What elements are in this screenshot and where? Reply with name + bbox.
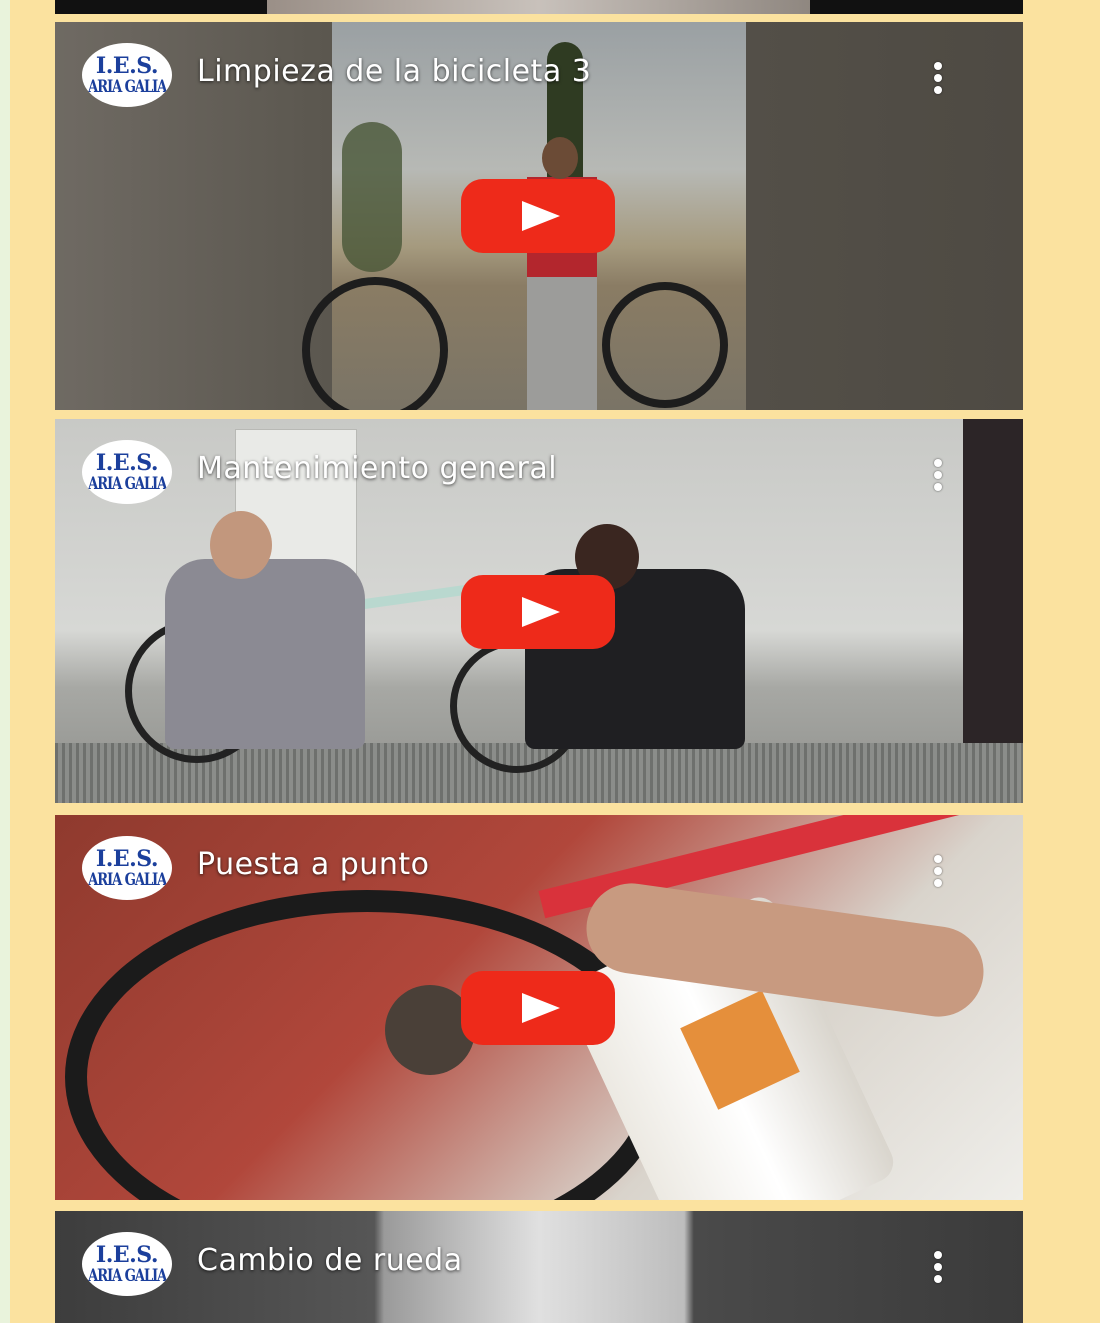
video-card-3[interactable]: I.E.S. ARIA GALIA Puesta a punto [55, 815, 1023, 1200]
youtube-play-icon[interactable] [461, 971, 615, 1045]
channel-avatar[interactable]: I.E.S. ARIA GALIA [82, 1232, 172, 1296]
page-left-edge [0, 0, 10, 1323]
more-vert-icon[interactable] [923, 853, 953, 889]
channel-avatar[interactable]: I.E.S. ARIA GALIA [82, 440, 172, 504]
previous-video-bottom [55, 0, 1023, 14]
logo-text-line1: I.E.S. [95, 449, 159, 476]
video-title[interactable]: Mantenimiento general [197, 451, 557, 486]
logo-text-line2: ARIA GALIA [87, 76, 167, 97]
video-header: I.E.S. ARIA GALIA Limpieza de la bicicle… [55, 22, 1023, 132]
logo-text-line1: I.E.S. [95, 845, 159, 872]
logo-text-line1: I.E.S. [95, 1241, 159, 1268]
more-vert-icon[interactable] [923, 60, 953, 96]
youtube-play-icon[interactable] [461, 179, 615, 253]
video-header: I.E.S. ARIA GALIA Mantenimiento general [55, 419, 1023, 529]
video-title[interactable]: Puesta a punto [197, 847, 429, 882]
more-vert-icon[interactable] [923, 1249, 953, 1285]
video-header: I.E.S. ARIA GALIA Cambio de rueda [55, 1211, 1023, 1321]
video-title[interactable]: Limpieza de la bicicleta 3 [197, 54, 591, 89]
video-header: I.E.S. ARIA GALIA Puesta a punto [55, 815, 1023, 925]
logo-text-line2: ARIA GALIA [87, 473, 167, 494]
video-card-4[interactable]: I.E.S. ARIA GALIA Cambio de rueda [55, 1211, 1023, 1323]
video-card-1[interactable]: I.E.S. ARIA GALIA Limpieza de la bicicle… [55, 22, 1023, 410]
channel-avatar[interactable]: I.E.S. ARIA GALIA [82, 836, 172, 900]
video-title[interactable]: Cambio de rueda [197, 1243, 463, 1278]
video-card-2[interactable]: I.E.S. ARIA GALIA Mantenimiento general [55, 419, 1023, 803]
logo-text-line2: ARIA GALIA [87, 1265, 167, 1286]
logo-text-line1: I.E.S. [95, 52, 159, 79]
channel-avatar[interactable]: I.E.S. ARIA GALIA [82, 43, 172, 107]
more-vert-icon[interactable] [923, 457, 953, 493]
logo-text-line2: ARIA GALIA [87, 869, 167, 890]
youtube-play-icon[interactable] [461, 575, 615, 649]
